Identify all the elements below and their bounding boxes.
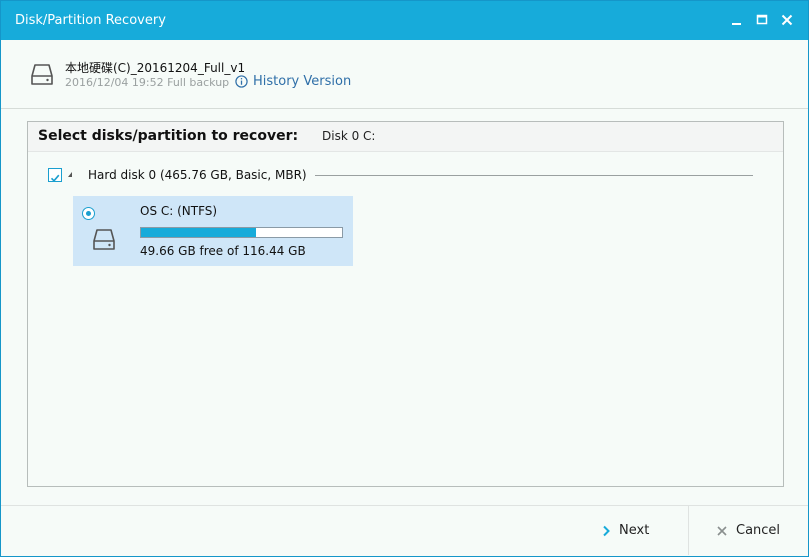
close-x-icon bbox=[717, 525, 727, 536]
history-version-label: History Version bbox=[253, 74, 352, 89]
disk-label: Hard disk 0 (465.76 GB, Basic, MBR) bbox=[88, 168, 307, 182]
selected-target: Disk 0 C: bbox=[322, 129, 376, 143]
partition-disk-icon bbox=[92, 227, 116, 257]
close-icon bbox=[781, 14, 793, 26]
partition-name: OS C: (NTFS) bbox=[140, 204, 218, 218]
footer-button-divider bbox=[688, 506, 689, 555]
disk-row: Hard disk 0 (465.76 GB, Basic, MBR) bbox=[28, 166, 783, 188]
footer-divider bbox=[1, 505, 808, 506]
radio-dot bbox=[86, 211, 91, 216]
minimize-icon bbox=[732, 23, 741, 25]
usage-bar bbox=[140, 227, 343, 238]
maximize-button[interactable] bbox=[753, 11, 771, 29]
close-button[interactable] bbox=[778, 11, 796, 29]
hard-disk-icon bbox=[30, 62, 54, 92]
chevron-right-icon bbox=[603, 525, 610, 536]
next-button[interactable]: Next bbox=[601, 506, 649, 555]
usage-bar-fill bbox=[141, 228, 257, 237]
backup-header: 本地硬碟(C)_20161204_Full_v1 2016/12/04 19:5… bbox=[1, 40, 808, 109]
recovery-window: Disk/Partition Recovery 本地硬碟(C)_20161204… bbox=[0, 0, 809, 557]
maximize-icon bbox=[756, 14, 768, 25]
info-icon bbox=[235, 75, 248, 88]
cancel-button[interactable]: Cancel bbox=[716, 506, 780, 555]
minimize-button[interactable] bbox=[728, 11, 746, 29]
partition-free-space: 49.66 GB free of 116.44 GB bbox=[140, 244, 306, 258]
disk-checkbox[interactable] bbox=[48, 168, 62, 182]
selection-panel: Select disks/partition to recover: Disk … bbox=[27, 121, 784, 487]
backup-meta: 2016/12/04 19:52 Full backup bbox=[65, 76, 230, 89]
checkmark-icon bbox=[50, 174, 60, 182]
expand-arrow-icon[interactable] bbox=[68, 172, 72, 177]
partition-radio[interactable] bbox=[82, 207, 95, 220]
cancel-label: Cancel bbox=[736, 523, 781, 538]
next-label: Next bbox=[619, 523, 650, 538]
title-bar: Disk/Partition Recovery bbox=[1, 1, 808, 40]
panel-header: Select disks/partition to recover: Disk … bbox=[28, 122, 783, 152]
history-version-link[interactable]: History Version bbox=[235, 74, 351, 89]
backup-name: 本地硬碟(C)_20161204_Full_v1 bbox=[65, 61, 246, 75]
panel-label: Select disks/partition to recover: bbox=[38, 128, 299, 144]
window-title: Disk/Partition Recovery bbox=[15, 13, 166, 28]
divider-line bbox=[315, 175, 753, 176]
partition-card[interactable]: OS C: (NTFS) 49.66 GB free of 116.44 GB bbox=[73, 196, 353, 266]
